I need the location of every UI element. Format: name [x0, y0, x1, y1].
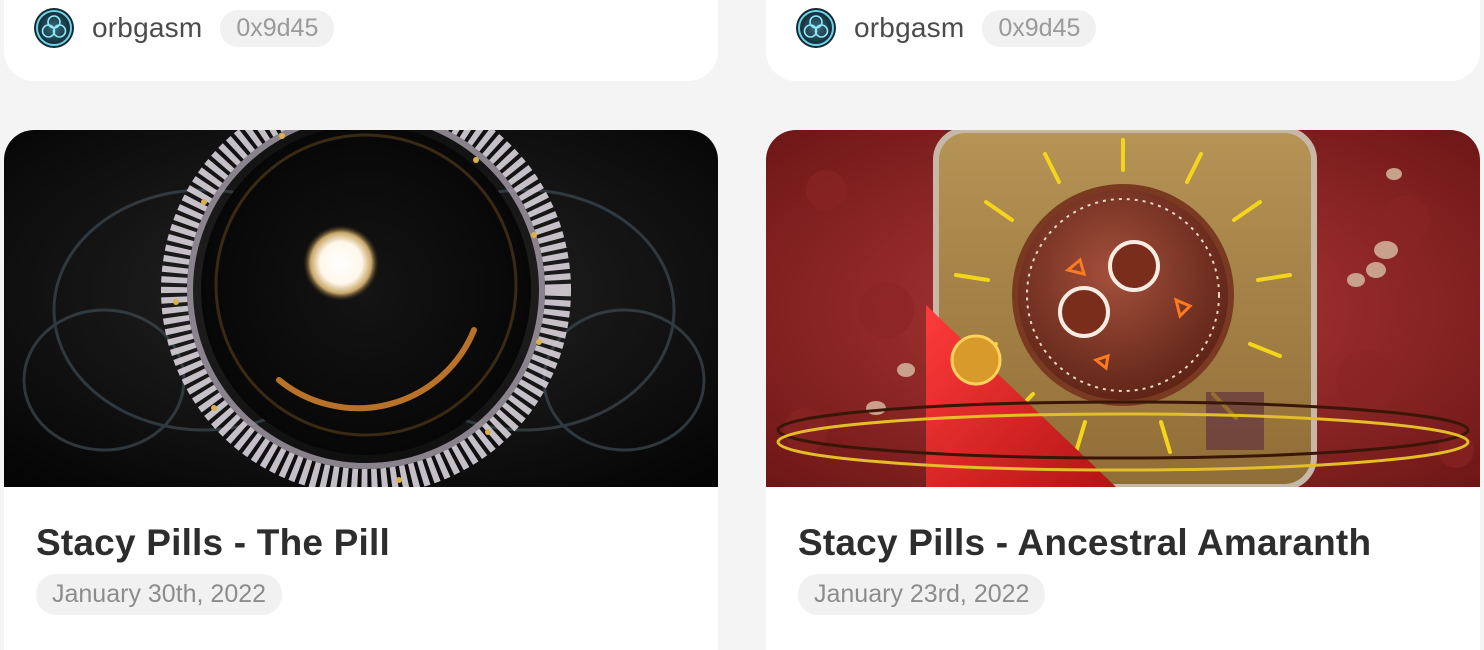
author-row: orbgasm 0x9d45 [34, 8, 335, 48]
post-card[interactable]: Stacy Pills - Ancestral Amaranth January… [766, 130, 1480, 650]
previous-card-footer[interactable]: orbgasm 0x9d45 [4, 0, 718, 81]
post-date-badge: January 23rd, 2022 [798, 574, 1046, 615]
wallet-address-badge[interactable]: 0x9d45 [220, 9, 335, 47]
wallet-address-badge[interactable]: 0x9d45 [982, 9, 1097, 47]
artwork-dark-orb-image[interactable] [4, 130, 718, 487]
previous-card-footer[interactable]: orbgasm 0x9d45 [766, 0, 1480, 81]
post-title[interactable]: Stacy Pills - Ancestral Amaranth [798, 522, 1371, 564]
orb-avatar-icon[interactable] [796, 8, 836, 48]
post-title[interactable]: Stacy Pills - The Pill [36, 522, 390, 564]
author-name[interactable]: orbgasm [854, 12, 964, 44]
orb-avatar-icon[interactable] [34, 8, 74, 48]
post-card[interactable]: Stacy Pills - The Pill January 30th, 202… [4, 130, 718, 650]
post-date-badge: January 30th, 2022 [36, 574, 283, 615]
author-name[interactable]: orbgasm [92, 12, 202, 44]
artwork-red-pill-box-image[interactable] [766, 130, 1480, 487]
author-row: orbgasm 0x9d45 [796, 8, 1097, 48]
